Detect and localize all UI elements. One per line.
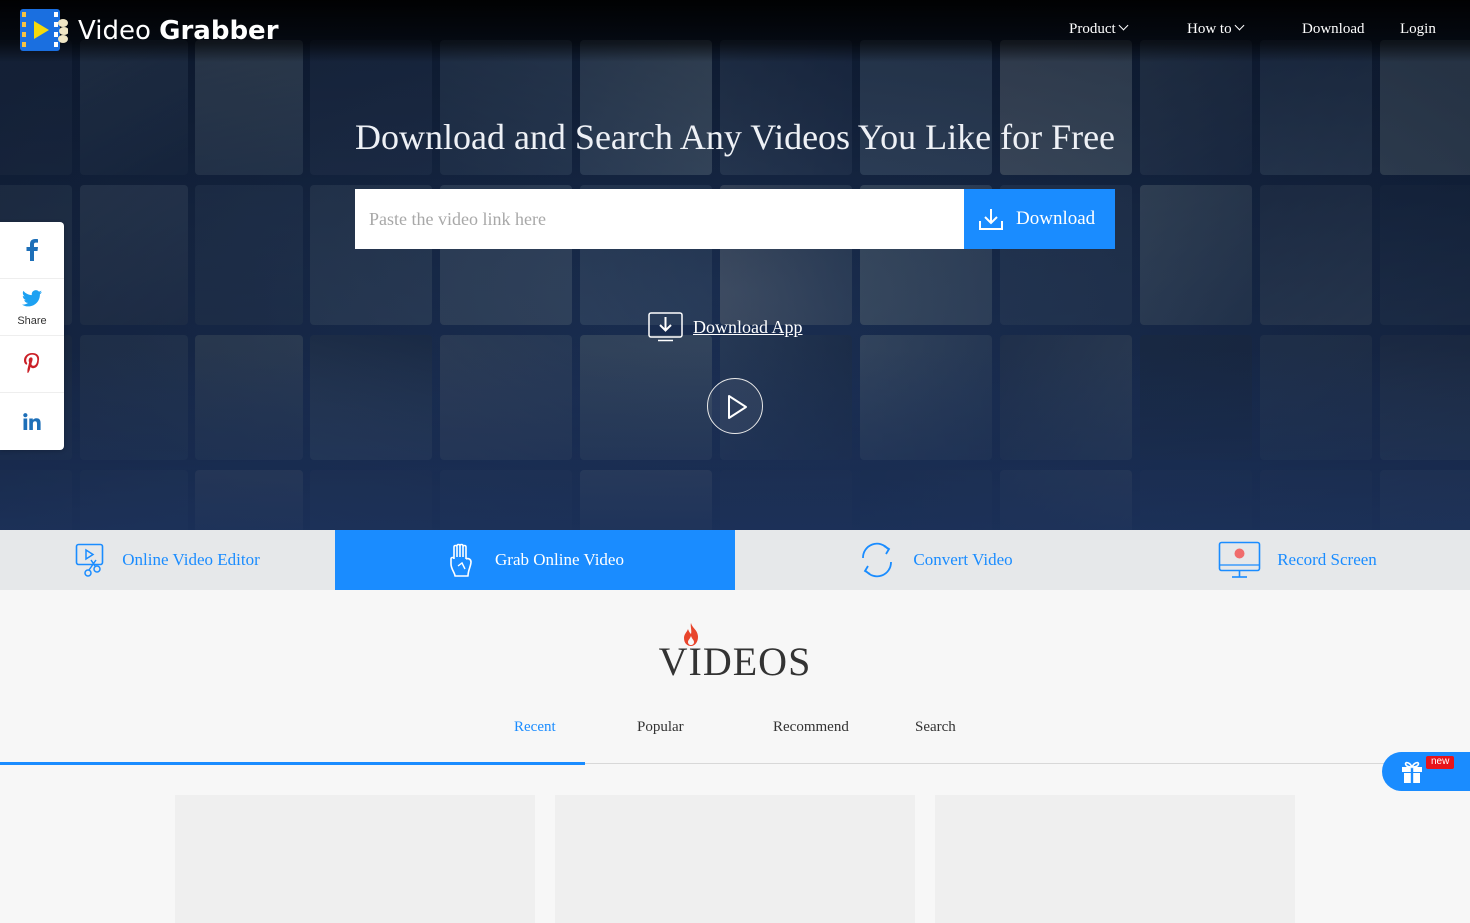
feature-label: Record Screen: [1277, 550, 1377, 569]
gift-icon: [1402, 761, 1422, 783]
grab-hand-icon: [450, 543, 472, 577]
convert-arrows-icon: [862, 542, 893, 578]
feature-bar: Online Video Editor Grab Online Video Co…: [0, 530, 1470, 590]
video-card-placeholder[interactable]: [935, 795, 1295, 923]
desktop-download-icon: [648, 312, 683, 342]
pinterest-icon: [24, 353, 40, 373]
video-link-input[interactable]: [355, 189, 964, 249]
hero-headline: Download and Search Any Videos You Like …: [354, 117, 1116, 157]
nav-product-label: Product: [1069, 21, 1116, 37]
nav-login[interactable]: Login: [1400, 21, 1436, 38]
active-tab-indicator: [0, 762, 585, 765]
download-app-link[interactable]: Download App: [648, 312, 803, 342]
feature-label: Online Video Editor: [122, 550, 260, 569]
share-twitter[interactable]: Share: [0, 279, 64, 336]
nav-product[interactable]: Product: [1069, 20, 1129, 38]
twitter-icon: [22, 290, 42, 307]
logo-icon[interactable]: [20, 9, 69, 51]
feature-label: Grab Online Video: [495, 550, 624, 569]
download-button-label: Download: [1016, 208, 1096, 229]
new-badge: new: [1426, 756, 1455, 769]
share-facebook[interactable]: [0, 222, 64, 279]
nav-how-to[interactable]: How to: [1187, 20, 1245, 38]
hero-banner: Video Grabber Product How to Download Lo…: [0, 0, 1470, 530]
tab-recent[interactable]: Recent: [514, 719, 556, 736]
share-label: Share: [17, 315, 47, 327]
download-icon: [979, 209, 1003, 230]
feature-grab-online-video[interactable]: Grab Online Video: [335, 530, 735, 590]
nav-how-to-label: How to: [1187, 21, 1232, 37]
linkedin-icon: [23, 413, 41, 430]
feature-convert-video[interactable]: Convert Video: [735, 530, 1135, 590]
share-pinterest[interactable]: [0, 336, 64, 393]
feature-record-screen[interactable]: Record Screen: [1135, 530, 1470, 590]
chevron-down-icon: [1118, 20, 1129, 31]
share-sidebar: Share: [0, 222, 64, 450]
feature-online-video-editor[interactable]: Online Video Editor: [0, 530, 335, 590]
brand-name[interactable]: Video Grabber: [78, 16, 279, 46]
nav-download[interactable]: Download: [1302, 21, 1365, 38]
tab-search[interactable]: Search: [915, 719, 956, 736]
brand-name-part2: Grabber: [159, 16, 279, 46]
play-icon: [728, 395, 747, 419]
brand-name-part1: Video: [78, 16, 151, 46]
facebook-icon: [26, 239, 38, 261]
tab-recommend[interactable]: Recommend: [773, 719, 849, 736]
share-linkedin[interactable]: [0, 393, 64, 450]
download-app-label: Download App: [693, 316, 803, 337]
video-editor-icon: [75, 543, 104, 577]
feature-label: Convert Video: [913, 550, 1013, 569]
play-video-button[interactable]: [707, 378, 763, 434]
videos-section-title: VIDEOS: [658, 639, 812, 684]
video-card-placeholder[interactable]: [555, 795, 915, 923]
chevron-down-icon: [1234, 20, 1245, 31]
tab-popular[interactable]: Popular: [637, 719, 684, 736]
download-button[interactable]: Download: [964, 189, 1115, 249]
record-monitor-icon: [1218, 541, 1261, 578]
top-nav: Video Grabber Product How to Download Lo…: [0, 0, 1470, 62]
video-card-placeholder[interactable]: [175, 795, 535, 923]
